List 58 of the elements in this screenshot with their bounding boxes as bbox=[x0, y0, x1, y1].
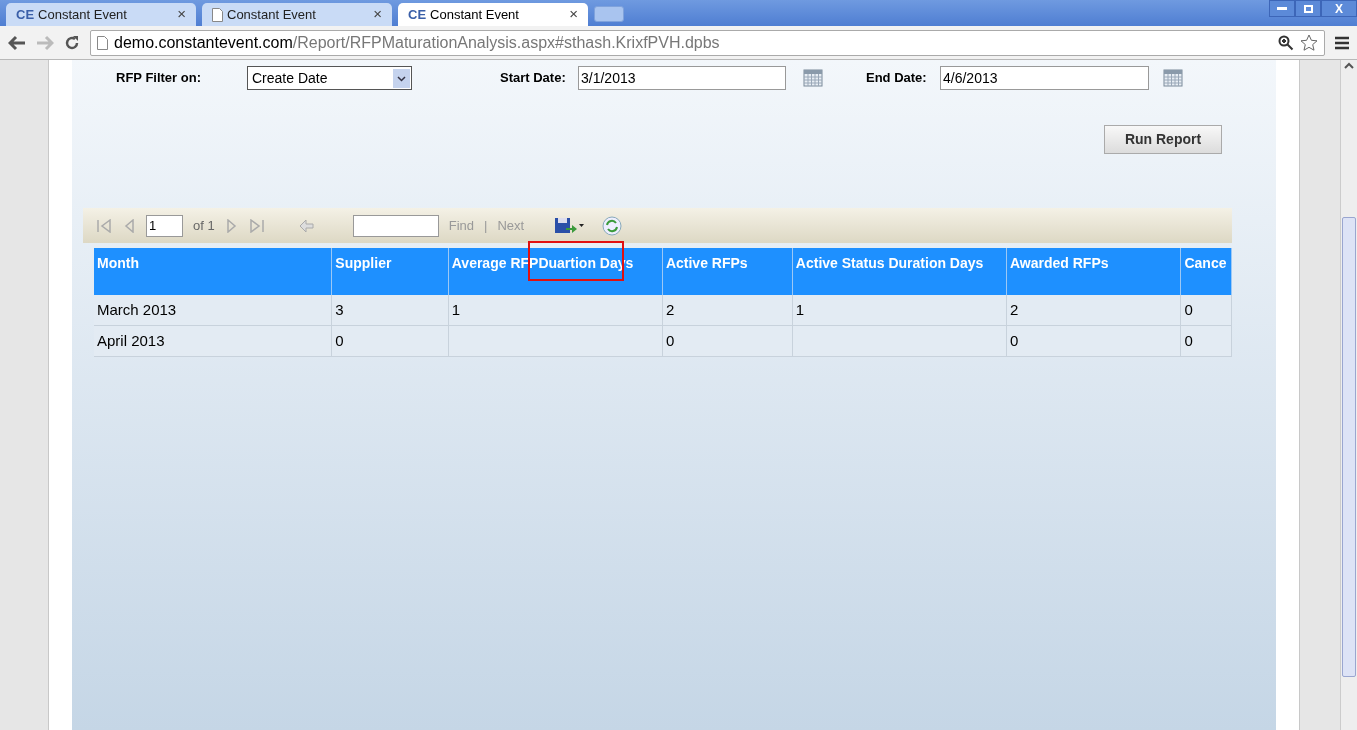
page-icon bbox=[97, 35, 108, 50]
browser-tab[interactable]: CE Constant Event × bbox=[398, 3, 588, 26]
next-page-icon[interactable] bbox=[224, 218, 239, 233]
back-arrow-icon[interactable] bbox=[8, 34, 26, 51]
chevron-down-icon[interactable] bbox=[393, 68, 410, 88]
last-page-icon[interactable] bbox=[248, 218, 265, 233]
logo-icon: CE bbox=[16, 4, 35, 25]
calendar-icon[interactable] bbox=[1163, 69, 1183, 87]
find-field[interactable] bbox=[352, 214, 439, 237]
save-icon[interactable] bbox=[554, 216, 585, 235]
close-icon[interactable]: × bbox=[177, 3, 186, 26]
filter-label: RFP Filter on: bbox=[116, 69, 202, 88]
scrollbar[interactable] bbox=[1340, 60, 1357, 730]
first-page-icon[interactable] bbox=[96, 218, 112, 233]
refresh-icon[interactable] bbox=[602, 215, 623, 236]
page-icon bbox=[212, 7, 223, 22]
table-cell: 2 bbox=[662, 295, 793, 325]
table-cell: 0 bbox=[332, 326, 449, 356]
table-cell: 1 bbox=[448, 295, 663, 325]
close-icon[interactable]: × bbox=[373, 3, 382, 26]
page-count: of 1 bbox=[193, 216, 215, 235]
browser-tab[interactable]: CE Constant Event × bbox=[6, 3, 196, 26]
tab-title: Constant Event bbox=[38, 5, 128, 24]
start-date-label: Start Date: bbox=[500, 69, 567, 88]
calendar-icon[interactable] bbox=[803, 69, 823, 87]
close-icon[interactable]: × bbox=[569, 3, 578, 26]
tab-title: Constant Event bbox=[430, 5, 520, 24]
reload-icon[interactable] bbox=[64, 34, 80, 51]
start-date-field[interactable]: 3/1/2013 bbox=[578, 66, 786, 90]
table-cell: 1 bbox=[792, 295, 1007, 325]
address-field[interactable]: demo.constantevent.com/Report/RFPMaturationAnalysis.aspx#sthash.KrixfPVH.dpbs bbox=[90, 29, 1325, 56]
page-number-field[interactable]: 1 bbox=[146, 214, 183, 237]
table-cell: March 2013 bbox=[94, 295, 333, 325]
run-report-button[interactable]: Run Report bbox=[1104, 125, 1222, 154]
url-text: demo.constantevent.com/Report/RFPMaturationAnalysis.aspx#sthash.KrixfPVH.dpbs bbox=[114, 32, 721, 53]
scroll-thumb[interactable] bbox=[1342, 217, 1356, 677]
table-cell: 0 bbox=[1181, 295, 1233, 325]
star-icon[interactable] bbox=[1300, 33, 1318, 52]
separator-text: | bbox=[484, 216, 488, 235]
new-tab-button[interactable] bbox=[594, 6, 624, 22]
table-cell: 0 bbox=[1181, 326, 1233, 356]
browser-tab[interactable]: Constant Event × bbox=[202, 3, 392, 26]
minimize-icon[interactable] bbox=[1269, 0, 1295, 17]
filter-dropdown[interactable]: Create Date bbox=[247, 66, 412, 90]
logo-icon: CE bbox=[408, 4, 427, 25]
table-cell: 0 bbox=[1007, 326, 1182, 356]
table-cell: 2 bbox=[1007, 295, 1182, 325]
table-cell: April 2013 bbox=[94, 326, 333, 356]
tab-title: Constant Event bbox=[227, 5, 317, 24]
table-cell: 3 bbox=[332, 295, 449, 325]
zoom-icon[interactable] bbox=[1278, 34, 1294, 51]
end-date-field[interactable]: 4/6/2013 bbox=[940, 66, 1149, 90]
table-cell: 0 bbox=[662, 326, 793, 356]
end-date-label: End Date: bbox=[866, 69, 928, 88]
restore-icon[interactable] bbox=[1295, 0, 1321, 17]
previous-page-icon[interactable] bbox=[122, 218, 136, 233]
menu-icon[interactable] bbox=[1335, 35, 1349, 50]
forward-arrow-icon[interactable] bbox=[36, 34, 54, 51]
